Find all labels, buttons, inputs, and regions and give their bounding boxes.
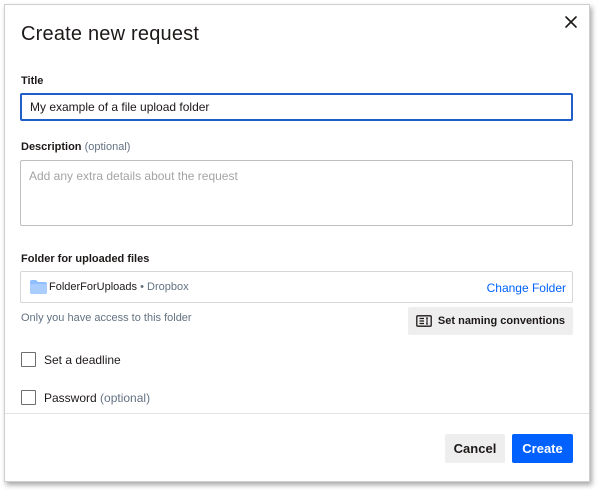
title-label: Title	[21, 75, 44, 87]
deadline-checkbox[interactable]	[21, 352, 36, 367]
create-button[interactable]: Create	[512, 434, 573, 463]
folder-label: Folder for uploaded files	[21, 253, 150, 265]
naming-conventions-label: Set naming conventions	[437, 315, 566, 327]
create-request-dialog: Create new request Title Description (op…	[4, 4, 590, 482]
cancel-button[interactable]: Cancel	[445, 434, 505, 463]
dialog-title: Create new request	[21, 23, 200, 45]
deadline-option[interactable]: Set a deadline	[21, 352, 121, 367]
description-optional-hint: (optional)	[84, 141, 131, 153]
folder-icon	[30, 280, 47, 294]
folder-location: Dropbox	[147, 281, 189, 293]
description-label: Description (optional)	[21, 141, 130, 153]
footer-divider	[5, 413, 589, 414]
password-optional-hint: (optional)	[100, 390, 151, 405]
password-label: Password (optional)	[44, 391, 150, 405]
folder-access-note: Only you have access to this folder	[21, 312, 192, 324]
title-input[interactable]	[20, 93, 573, 121]
change-folder-link[interactable]: Change Folder	[487, 281, 566, 295]
password-label-text: Password	[44, 390, 97, 405]
password-option[interactable]: Password (optional)	[21, 390, 150, 405]
naming-conventions-icon	[416, 315, 432, 327]
set-naming-conventions-button[interactable]: Set naming conventions	[408, 307, 573, 335]
description-input[interactable]	[20, 160, 573, 226]
folder-separator: •	[137, 281, 148, 293]
description-label-text: Description	[21, 141, 82, 153]
folder-name: FolderForUploads	[49, 281, 138, 293]
folder-path: FolderForUploads • Dropbox	[49, 281, 189, 293]
folder-selector: FolderForUploads • Dropbox Change Folder	[20, 271, 573, 303]
deadline-label: Set a deadline	[44, 352, 121, 367]
close-icon[interactable]	[562, 13, 580, 31]
password-checkbox[interactable]	[21, 390, 36, 405]
